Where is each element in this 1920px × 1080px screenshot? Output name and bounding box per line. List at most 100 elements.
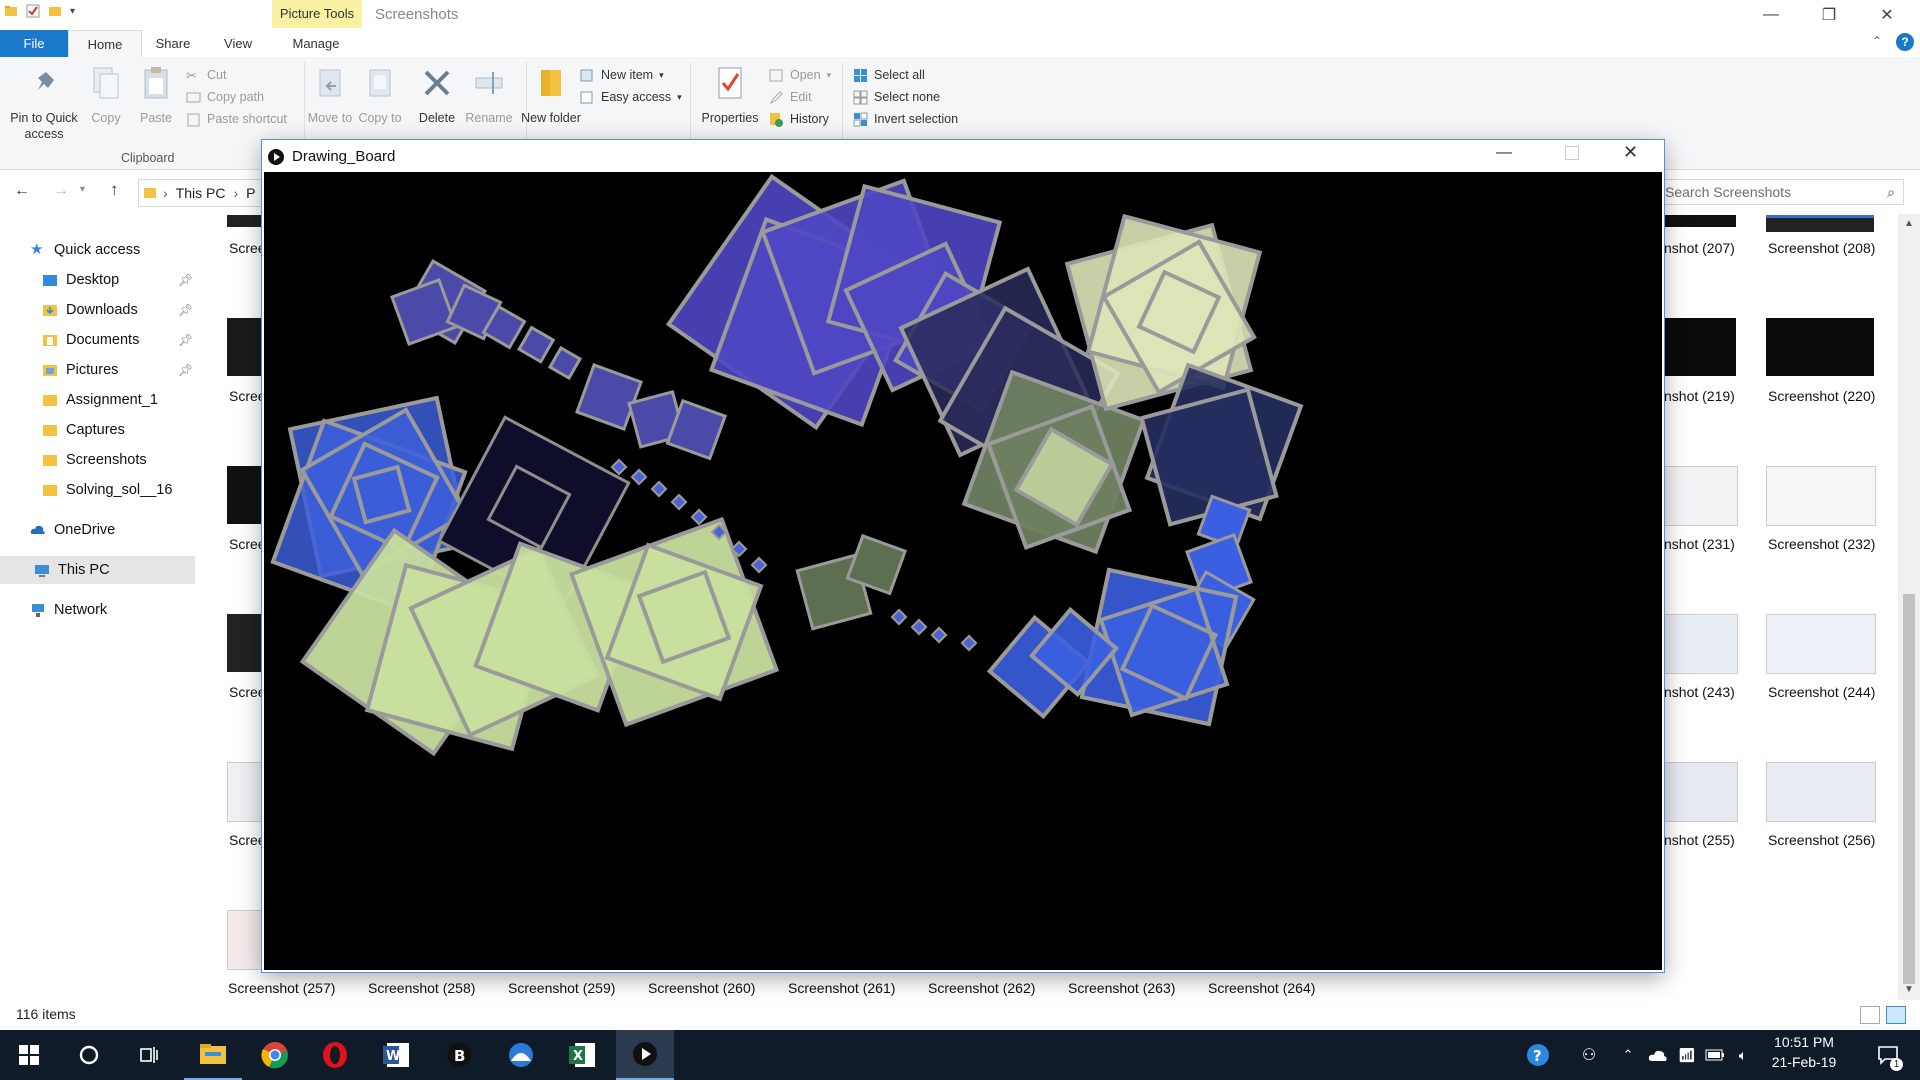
folder-icon[interactable] <box>4 4 18 18</box>
tab-share[interactable]: Share <box>145 30 201 57</box>
vertical-scrollbar[interactable]: ▲ ▼ <box>1898 214 1920 1000</box>
nav-solving[interactable]: Solving_sol__16 <box>0 476 195 504</box>
tab-manage[interactable]: Manage <box>278 30 354 57</box>
nav-network[interactable]: Network <box>0 596 195 624</box>
history-button[interactable]: History <box>769 108 831 130</box>
tab-file[interactable]: File <box>0 30 68 57</box>
properties-check-icon[interactable] <box>26 4 40 18</box>
nav-this-pc[interactable]: This PC <box>0 556 195 584</box>
maximize-button[interactable]: ❐ <box>1806 0 1852 30</box>
pin-icon[interactable]: 📌︎ <box>178 273 193 287</box>
nav-assignment[interactable]: Assignment_1 <box>0 386 195 414</box>
file-label[interactable]: Scree <box>229 684 266 700</box>
file-label[interactable]: Screenshot (262) <box>928 980 1035 996</box>
thumbnail[interactable] <box>1766 215 1874 232</box>
app-icon[interactable] <box>492 1030 550 1080</box>
new-item-button[interactable]: New item ▾ <box>580 64 682 86</box>
pin-icon[interactable]: 📌︎ <box>178 363 193 377</box>
search-input[interactable]: Search Screenshots ⌕ <box>1656 179 1904 205</box>
select-none-button[interactable]: Select none <box>853 86 958 108</box>
details-view-icon[interactable] <box>1860 1006 1880 1024</box>
thumbnail[interactable] <box>227 215 263 227</box>
help-icon[interactable]: ? <box>1896 33 1914 51</box>
file-label[interactable]: Screenshot (244) <box>1768 684 1875 700</box>
invert-selection-button[interactable]: Invert selection <box>853 108 958 130</box>
nav-desktop[interactable]: Desktop <box>0 266 195 294</box>
thumbnail[interactable] <box>1664 215 1736 227</box>
close-button[interactable]: ✕ <box>1864 0 1910 30</box>
customize-qat-icon[interactable]: ▾ <box>70 6 75 17</box>
battery-icon[interactable] <box>1702 1030 1728 1080</box>
file-label[interactable]: Scree <box>229 240 266 256</box>
nav-onedrive[interactable]: OneDrive <box>0 516 195 544</box>
file-explorer-icon[interactable] <box>184 1030 242 1080</box>
file-label[interactable]: nshot (255) <box>1664 832 1735 848</box>
breadcrumb-partial[interactable]: P <box>246 185 255 201</box>
rename-button[interactable]: Rename <box>459 64 519 126</box>
word-icon[interactable]: W <box>368 1030 426 1080</box>
forward-arrow-icon[interactable]: → <box>53 182 69 200</box>
pin-icon[interactable]: 📌︎ <box>178 303 193 317</box>
paste-shortcut-button[interactable]: Paste shortcut <box>186 108 287 130</box>
tab-home[interactable]: Home <box>68 30 142 58</box>
file-label[interactable]: nshot (231) <box>1664 536 1735 552</box>
paste-button[interactable]: Paste <box>128 64 184 126</box>
thumbnail[interactable] <box>227 910 265 970</box>
clock[interactable]: 10:51 PM 21-Feb-19 <box>1764 1034 1844 1070</box>
file-label[interactable]: Screenshot (261) <box>788 980 895 996</box>
file-label[interactable]: Screenshot (256) <box>1768 832 1875 848</box>
help-icon[interactable]: ? <box>1520 1030 1556 1080</box>
file-label[interactable]: Scree <box>229 832 266 848</box>
pin-icon[interactable]: 📌︎ <box>178 333 193 347</box>
drawing-maximize-button[interactable] <box>1565 146 1579 160</box>
address-bar[interactable]: › This PC › P <box>138 179 270 207</box>
thumbnail[interactable] <box>1766 614 1876 674</box>
thumbnail[interactable] <box>1766 466 1876 526</box>
scroll-down-icon[interactable]: ▼ <box>1904 984 1914 995</box>
people-icon[interactable]: ⚇ <box>1574 1030 1604 1080</box>
file-label[interactable]: Scree <box>229 536 266 552</box>
thumbnail[interactable] <box>1664 762 1738 822</box>
copy-button[interactable]: Copy <box>78 64 134 126</box>
recent-locations-icon[interactable]: ▾ <box>80 184 85 195</box>
new-folder-icon[interactable] <box>48 4 62 18</box>
scrollbar-thumb[interactable] <box>1903 594 1915 984</box>
cloud-icon[interactable] <box>1644 1030 1672 1080</box>
drawing-minimize-button[interactable]: — <box>1496 144 1512 162</box>
large-icons-view-icon[interactable] <box>1886 1006 1906 1024</box>
chrome-icon[interactable] <box>246 1030 304 1080</box>
new-folder-button[interactable]: New folder <box>521 64 581 126</box>
file-label[interactable]: Scree <box>229 388 266 404</box>
nav-documents[interactable]: Documents <box>0 326 195 354</box>
file-label[interactable]: Screenshot (257) <box>228 980 335 996</box>
thumbnail[interactable] <box>227 466 263 524</box>
file-label[interactable]: Screenshot (264) <box>1208 980 1315 996</box>
cut-button[interactable]: ✂ Cut <box>186 64 287 86</box>
nav-downloads[interactable]: Downloads <box>0 296 195 324</box>
task-view-icon[interactable] <box>120 1030 178 1080</box>
copy-to-button[interactable]: Copy to <box>350 64 410 126</box>
search-icon[interactable]: ⌕ <box>1887 184 1895 201</box>
minimize-button[interactable]: — <box>1748 0 1794 30</box>
file-label[interactable]: nshot (207) <box>1664 240 1735 256</box>
pin-quick-access-button[interactable]: Pin to Quick access <box>6 64 82 142</box>
breadcrumb-this-pc[interactable]: This PC <box>176 185 226 201</box>
thumbnail[interactable] <box>227 614 263 672</box>
drawing-close-button[interactable]: ✕ <box>1623 142 1638 163</box>
nav-captures[interactable]: Captures <box>0 416 195 444</box>
opera-icon[interactable] <box>306 1030 364 1080</box>
file-label[interactable]: Screenshot (263) <box>1068 980 1175 996</box>
select-all-button[interactable]: Select all <box>853 64 958 86</box>
tab-view[interactable]: View <box>210 30 266 57</box>
play-icon[interactable] <box>616 1030 674 1080</box>
thumbnail[interactable] <box>227 318 263 376</box>
back-arrow-icon[interactable]: ← <box>14 182 30 200</box>
scroll-up-icon[interactable]: ▲ <box>1904 218 1914 229</box>
excel-icon[interactable]: X <box>554 1030 612 1080</box>
properties-button[interactable]: Properties <box>694 64 766 126</box>
file-label[interactable]: Screenshot (260) <box>648 980 755 996</box>
drawing-canvas[interactable] <box>264 172 1662 970</box>
volume-icon[interactable]: 🔈︎ <box>1730 1030 1756 1080</box>
thumbnail[interactable] <box>1664 614 1738 674</box>
thumbnail[interactable] <box>1664 318 1736 376</box>
